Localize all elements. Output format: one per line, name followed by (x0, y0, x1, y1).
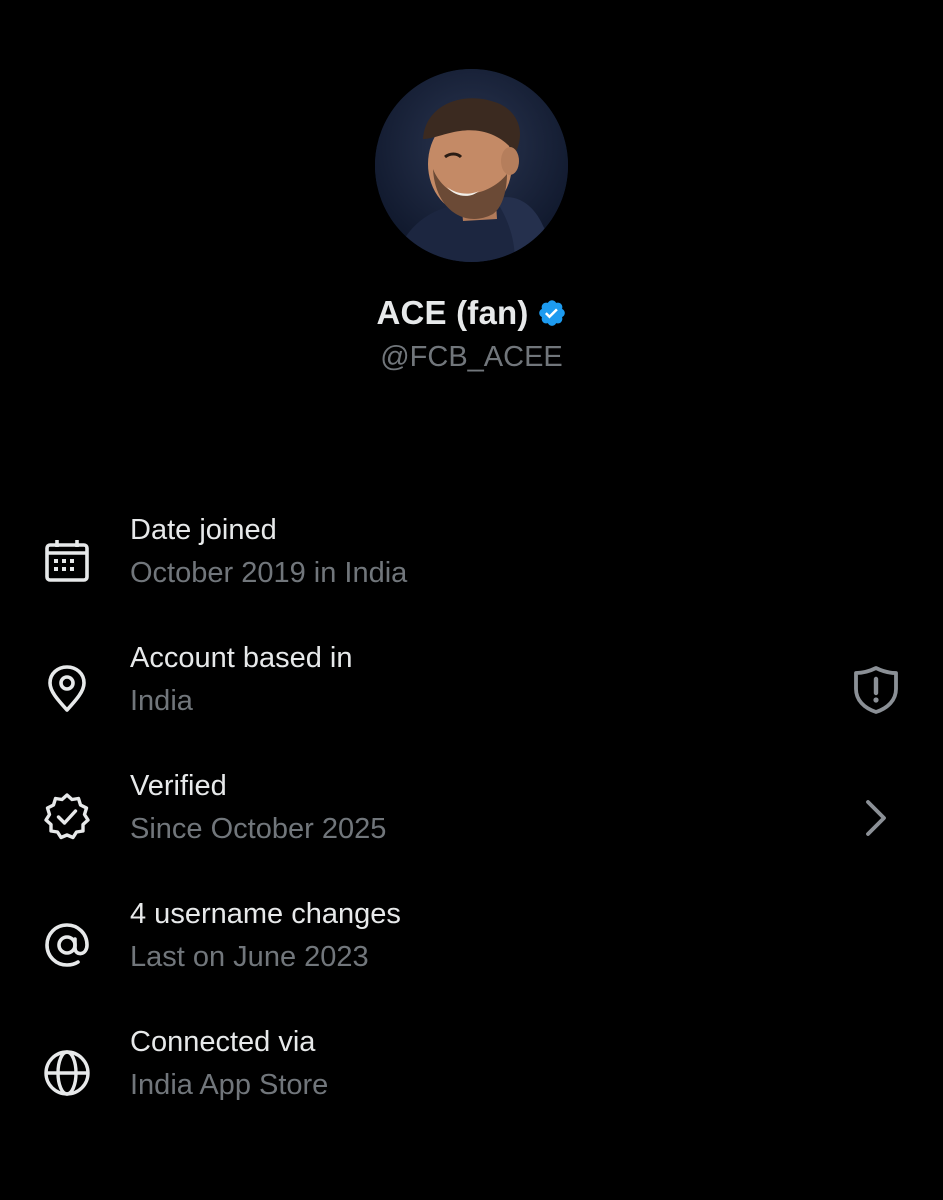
row-title: 4 username changes (130, 898, 401, 930)
row-title: Account based in (130, 642, 353, 674)
shield-alert-icon[interactable] (848, 662, 904, 718)
at-sign-icon (40, 918, 94, 972)
row-subtitle: October 2019 in India (130, 557, 408, 589)
row-title: Verified (130, 770, 227, 802)
row-subtitle: India App Store (130, 1069, 329, 1101)
chevron-right-icon[interactable] (848, 790, 904, 846)
info-row-username-changes: 4 username changes Last on June 2023 (0, 898, 943, 1008)
row-title: Date joined (130, 514, 277, 546)
row-subtitle: Last on June 2023 (130, 941, 369, 973)
row-title: Connected via (130, 1026, 316, 1058)
info-row-account-based-in: Account based in India (0, 642, 943, 752)
display-name: ACE (fan) (376, 294, 529, 331)
row-subtitle: India (130, 685, 193, 717)
username-handle: @FCB_ACEE (380, 341, 563, 373)
avatar[interactable] (375, 69, 568, 262)
info-row-date-joined: Date joined October 2019 in India (0, 514, 943, 624)
verified-badge-icon (537, 298, 567, 328)
profile-photo (375, 69, 568, 262)
globe-icon (40, 1046, 94, 1100)
row-subtitle: Since October 2025 (130, 813, 387, 845)
info-row-connected-via: Connected via India App Store (0, 1026, 943, 1136)
location-pin-icon (40, 662, 94, 716)
info-row-verified[interactable]: Verified Since October 2025 (0, 770, 943, 880)
display-name-row: ACE (fan) (0, 294, 943, 332)
calendar-icon (40, 534, 94, 588)
verified-badge-icon (40, 790, 94, 844)
